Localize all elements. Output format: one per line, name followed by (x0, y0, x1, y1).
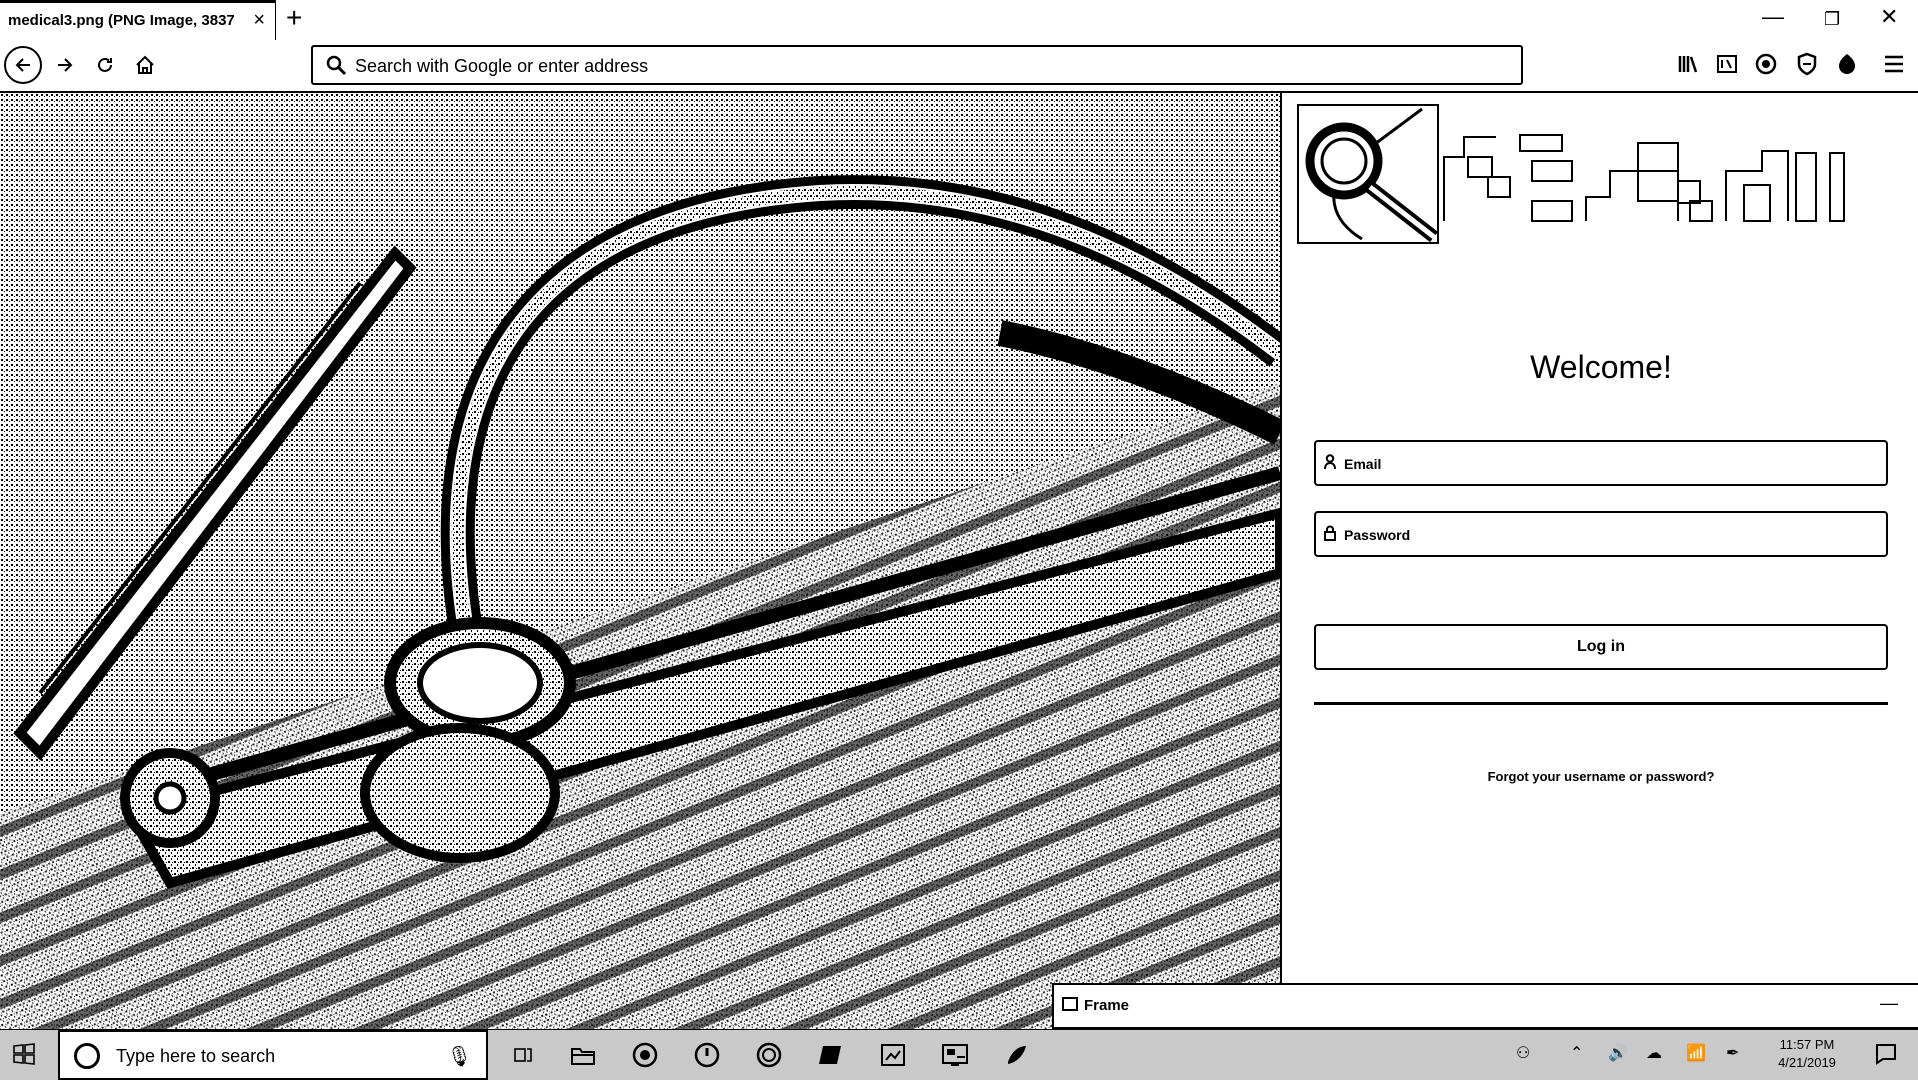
menu-button[interactable] (1880, 50, 1908, 78)
file-explorer-button[interactable] (568, 1040, 598, 1070)
extension-button-2[interactable] (1833, 50, 1861, 78)
microphone-icon[interactable]: 🎙 (447, 1044, 472, 1069)
email-input[interactable] (1342, 442, 1886, 486)
stethoscope-photo (0, 93, 1280, 1029)
taskbar-search-placeholder: Type here to search (116, 1046, 276, 1066)
extension-button-1[interactable] (1752, 50, 1780, 78)
library-button[interactable] (1674, 50, 1702, 78)
extension-icon (1839, 54, 1855, 74)
app-icon (881, 1044, 905, 1066)
reader-view-button[interactable] (1713, 50, 1741, 78)
system-clock[interactable]: 11:57 PM 4/21/2019 (1762, 1036, 1852, 1072)
app-icon (1008, 1046, 1026, 1064)
reload-button[interactable] (88, 48, 122, 82)
forgot-credentials-link[interactable]: Forgot your username or password? (1282, 769, 1918, 784)
taskbar-app-5[interactable] (878, 1040, 908, 1070)
clock-date: 4/21/2019 (1778, 1055, 1836, 1070)
app-icon (819, 1046, 841, 1064)
browser-nav-bar: Search with Google or enter address (0, 40, 1918, 93)
forward-button[interactable] (48, 48, 82, 82)
file-explorer-icon (571, 1048, 595, 1065)
windows-logo-icon (13, 1043, 35, 1065)
back-arrow-icon (15, 58, 30, 72)
address-placeholder: Search with Google or enter address (355, 56, 649, 76)
cortana-icon (74, 1043, 100, 1069)
app-icon (942, 1044, 968, 1066)
cloud-icon[interactable]: ☁ (1646, 1043, 1662, 1063)
menu-icon (1885, 55, 1903, 73)
taskbar-app-3[interactable] (754, 1040, 784, 1070)
library-icon (1678, 56, 1698, 73)
password-field[interactable] (1314, 511, 1888, 557)
address-bar[interactable]: Search with Google or enter address (311, 45, 1523, 85)
window-restore-button[interactable]: ❐ (1824, 8, 1840, 30)
page-viewport: Welcome! Log in Forgot your username or … (0, 93, 1918, 1029)
password-input[interactable] (1342, 513, 1886, 557)
login-panel: Welcome! Log in Forgot your username or … (1280, 93, 1918, 983)
app-icon (694, 1042, 720, 1068)
taskbar-app-4[interactable] (816, 1040, 846, 1070)
extension-icon (1755, 53, 1777, 75)
tab-close-button[interactable]: × (253, 10, 265, 30)
reader-icon (1717, 55, 1737, 73)
taskbar-app-7[interactable] (1002, 1040, 1032, 1070)
frame-minimize-button[interactable]: — (1880, 993, 1898, 1014)
start-button[interactable] (12, 1042, 36, 1071)
browser-tab-bar: medical3.png (PNG Image, 3837 × + — ❐ ✕ (0, 0, 1918, 41)
tab-title: medical3.png (PNG Image, 3837 (8, 12, 234, 29)
network-icon[interactable]: 📶 (1686, 1043, 1706, 1063)
app-icon (632, 1042, 658, 1068)
welcome-heading: Welcome! (1530, 349, 1672, 385)
company-logo (1297, 104, 1845, 244)
show-hidden-icons-chevron-up-icon[interactable]: ⌃ (1570, 1043, 1583, 1063)
browser-tab[interactable]: medical3.png (PNG Image, 3837 × (0, 0, 276, 40)
clock-time: 11:57 PM (1779, 1037, 1835, 1052)
search-icon (326, 55, 347, 76)
taskbar-app-6[interactable] (940, 1040, 970, 1070)
pen-icon[interactable]: ✒ (1726, 1043, 1739, 1063)
email-field[interactable] (1314, 440, 1888, 486)
action-center-button[interactable] (1874, 1042, 1898, 1071)
frame-window[interactable]: Frame — (1052, 983, 1918, 1029)
stethoscope-illustration (0, 93, 1280, 1029)
app-icon (756, 1042, 782, 1068)
shield-button[interactable] (1793, 50, 1821, 78)
reload-icon (98, 57, 112, 72)
task-view-icon (514, 1048, 532, 1062)
taskbar-app-1[interactable] (630, 1040, 660, 1070)
people-icon[interactable]: ⚇ (1516, 1043, 1530, 1063)
window-minimize-button[interactable]: — (1762, 6, 1784, 28)
taskbar-search-box[interactable]: Type here to search 🎙 (58, 1030, 488, 1080)
task-view-button[interactable] (508, 1040, 538, 1070)
shield-icon (1797, 52, 1817, 76)
forward-arrow-icon (58, 58, 73, 72)
divider (1314, 702, 1888, 705)
notification-icon (1876, 1044, 1896, 1065)
java-window-icon (1062, 997, 1078, 1011)
back-button[interactable] (4, 46, 42, 84)
home-button[interactable] (128, 48, 162, 82)
frame-title: Frame (1084, 997, 1130, 1014)
volume-icon[interactable]: 🔊 (1608, 1043, 1628, 1063)
window-close-button[interactable]: ✕ (1880, 6, 1898, 28)
lock-icon (1324, 525, 1336, 541)
home-icon (136, 55, 154, 74)
login-button[interactable]: Log in (1314, 624, 1888, 670)
user-icon (1324, 454, 1336, 470)
taskbar-app-2[interactable] (692, 1040, 722, 1070)
taskbar: Type here to search 🎙 ⚇ ⌃ 🔊 ☁ 📶 ✒ 11:57 … (0, 1029, 1918, 1080)
new-tab-button[interactable]: + (286, 4, 302, 32)
